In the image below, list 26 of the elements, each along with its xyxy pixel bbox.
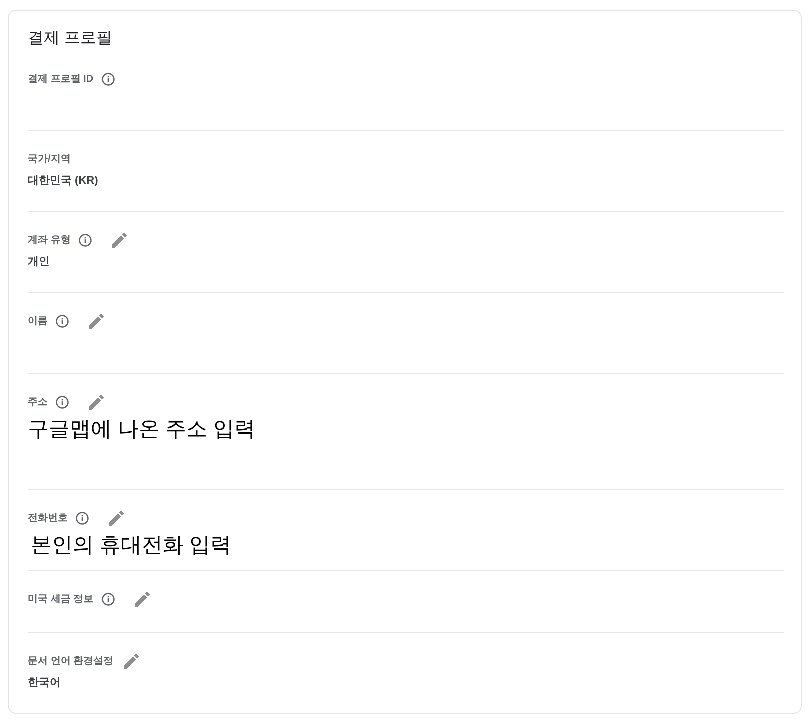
field-label: 계좌 유형 [28, 234, 71, 247]
field-label: 이름 [28, 315, 48, 328]
field-label: 국가/지역 [28, 153, 71, 166]
pencil-icon[interactable] [89, 394, 104, 410]
pencil-icon[interactable] [112, 232, 127, 248]
pencil-icon[interactable] [124, 654, 139, 668]
field-label: 결제 프로필 ID [28, 73, 94, 86]
field-label: 전화번호 [28, 512, 68, 525]
card-title: 결제 프로필 [28, 29, 114, 49]
note-text: 구글맵에 나온 주소 입력 [28, 417, 256, 443]
field-label: 주소 [28, 396, 48, 409]
field-label: 문서 언어 환경설정 [28, 655, 114, 668]
pencil-icon[interactable] [89, 314, 104, 328]
field-value: 개인 [28, 255, 50, 270]
pencil-icon[interactable] [109, 510, 124, 526]
field-label: 미국 세금 정보 [28, 593, 94, 606]
field-value: 한국어 [28, 676, 61, 691]
info-icon[interactable] [102, 592, 115, 606]
pencil-icon[interactable] [134, 592, 150, 606]
info-icon[interactable] [76, 512, 89, 524]
info-icon[interactable] [56, 314, 69, 328]
info-icon[interactable] [78, 234, 92, 246]
note-text: 본인의 휴대전화 입력 [31, 533, 232, 559]
field-value: 대한민국 (KR) [28, 174, 98, 189]
info-icon[interactable] [56, 396, 69, 408]
info-icon[interactable] [102, 72, 115, 86]
